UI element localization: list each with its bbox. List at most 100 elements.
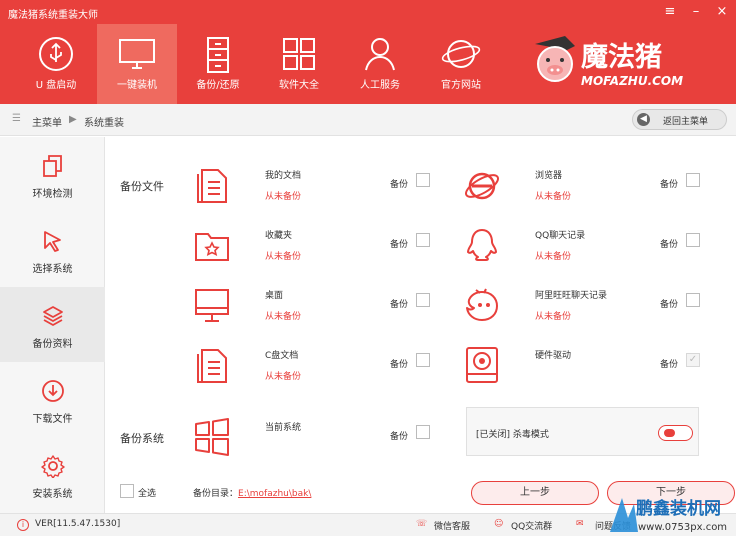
backup-item-favorites: 收藏夹 从未备份 备份 <box>194 226 464 286</box>
backup-word: 备份 <box>390 240 409 250</box>
site-watermark: 鹏鑫装机网 www.0753px.com <box>606 492 736 536</box>
close-icon[interactable]: × <box>714 4 730 20</box>
backup-word: 备份 <box>390 432 409 442</box>
back-button-label: 返回主菜单 <box>663 117 709 127</box>
sidebar-item-select-system[interactable]: 选择系统 <box>0 212 105 287</box>
antivirus-mode-label: [已关闭] 杀毒模式 <box>476 430 549 440</box>
breadcrumb-separator: ▶ <box>69 114 77 125</box>
backup-item-desktop: 桌面 从未备份 备份 <box>194 286 464 346</box>
nav-usb-boot[interactable]: U 盘启动 <box>16 24 96 104</box>
item-name: C盘文档 <box>265 351 299 361</box>
item-status: 从未备份 <box>265 192 302 202</box>
backup-system-label: 备份系统 <box>120 432 164 445</box>
backup-checkbox[interactable] <box>416 293 430 307</box>
sidebar-label: 下载文件 <box>32 414 73 425</box>
feedback-icon: ✉ <box>576 519 584 529</box>
sidebar-item-download-files[interactable]: 下载文件 <box>0 362 105 437</box>
document-icon <box>197 169 227 203</box>
sidebar-item-env-check[interactable]: 环境检测 <box>0 137 105 212</box>
backup-checkbox[interactable] <box>686 233 700 247</box>
select-all-checkbox[interactable] <box>120 484 134 498</box>
wechat-support-link[interactable]: 微信客服 <box>434 519 470 532</box>
nav-label: 软件大全 <box>279 80 319 91</box>
sidebar-item-backup-data[interactable]: 备份资料 <box>0 287 105 362</box>
backup-item-hardware-drivers: 硬件驱动 备份 ✓ <box>464 346 734 406</box>
svg-text:鹏鑫装机网: 鹏鑫装机网 <box>636 498 721 519</box>
nav-one-click-install[interactable]: 一键装机 <box>97 24 177 104</box>
breadcrumb-home[interactable]: 主菜单 <box>32 114 62 129</box>
breadcrumb-current: 系统重装 <box>84 118 124 129</box>
item-name: 浏览器 <box>535 171 563 181</box>
item-name: 阿里旺旺聊天记录 <box>535 291 608 301</box>
person-icon <box>365 38 395 71</box>
sidebar-label: 选择系统 <box>32 264 73 275</box>
planet-icon <box>441 40 481 68</box>
backup-files-label: 备份文件 <box>120 180 164 193</box>
backup-checkbox-disabled[interactable]: ✓ <box>686 353 700 367</box>
nav-official-site[interactable]: 官方网站 <box>421 24 501 104</box>
backup-dir-label: 备份目录： <box>193 489 239 499</box>
backup-dir-path-link[interactable]: E:\mofazhu\bak\ <box>238 489 311 499</box>
backup-item-aliwangwang-chat: 阿里旺旺聊天记录 从未备份 备份 <box>464 286 734 346</box>
documents-icon <box>42 155 62 177</box>
svg-text:www.0753px.com: www.0753px.com <box>638 522 727 533</box>
backup-checkbox[interactable] <box>416 425 430 439</box>
back-to-menu-button[interactable]: ◀ 返回主菜单 <box>632 109 727 130</box>
backup-word: 备份 <box>390 360 409 370</box>
nav-manual-service[interactable]: 人工服务 <box>340 24 420 104</box>
folder-star-icon <box>195 233 229 261</box>
item-name: 桌面 <box>265 291 284 301</box>
download-icon <box>41 380 64 402</box>
item-status: 从未备份 <box>535 312 572 322</box>
backup-checkbox[interactable] <box>416 233 430 247</box>
sidebar-label: 备份资料 <box>32 339 73 350</box>
select-all-label: 全选 <box>138 489 157 499</box>
sidebar-item-install-system[interactable]: 安装系统 <box>0 437 105 512</box>
menu-icon[interactable]: ≡ <box>662 4 678 20</box>
cursor-icon <box>43 231 61 252</box>
nav-backup-restore[interactable]: 备份/还原 <box>178 24 258 104</box>
item-status: 从未备份 <box>265 372 302 382</box>
nav-label: 一键装机 <box>117 80 157 91</box>
gear-icon <box>40 455 65 478</box>
nav-label: 官方网站 <box>441 80 481 91</box>
backup-checkbox[interactable] <box>686 173 700 187</box>
backup-word: 备份 <box>390 300 409 310</box>
backup-word: 备份 <box>390 180 409 190</box>
backup-checkbox[interactable] <box>416 353 430 367</box>
backup-checkbox[interactable] <box>686 293 700 307</box>
svg-text:MOFAZHU.COM: MOFAZHU.COM <box>581 74 683 88</box>
item-status: 从未备份 <box>265 252 302 262</box>
windows-logo-icon <box>195 418 229 456</box>
item-status: 从未备份 <box>265 312 302 322</box>
cabinet-icon <box>207 37 229 73</box>
antivirus-toggle[interactable] <box>658 425 693 441</box>
minimize-icon[interactable]: – <box>688 4 704 20</box>
item-name: 我的文档 <box>265 171 302 181</box>
layers-icon <box>42 306 63 326</box>
backup-item-current-system: 当前系统 备份 <box>194 418 464 478</box>
item-name: 收藏夹 <box>265 231 293 241</box>
grid-icon <box>283 38 315 70</box>
backup-item-c-drive-docs: C盘文档 从未备份 备份 <box>194 346 464 406</box>
hardware-chip-icon <box>466 347 498 383</box>
qq-group-link[interactable]: QQ交流群 <box>511 519 552 532</box>
svg-text:魔法猪: 魔法猪 <box>581 42 662 73</box>
toggle-knob <box>664 429 675 437</box>
item-name: QQ聊天记录 <box>535 231 586 241</box>
antivirus-mode-panel: [已关闭] 杀毒模式 <box>466 407 699 456</box>
backup-checkbox[interactable] <box>416 173 430 187</box>
wechat-icon: ☏ <box>416 519 428 529</box>
breadcrumb: ☰ 主菜单 ▶ 系统重装 <box>0 104 736 136</box>
prev-step-button[interactable]: 上一步 <box>471 481 599 505</box>
document-icon <box>197 349 227 383</box>
back-arrow-icon: ◀ <box>637 113 650 126</box>
info-icon: i <box>17 519 29 531</box>
qq-icon: ☺ <box>494 519 504 529</box>
monitor-icon <box>119 39 155 69</box>
nav-label: 备份/还原 <box>196 80 240 91</box>
item-status: 从未备份 <box>535 192 572 202</box>
backup-word: 备份 <box>660 180 679 190</box>
backup-word: 备份 <box>660 240 679 250</box>
nav-software[interactable]: 软件大全 <box>259 24 339 104</box>
